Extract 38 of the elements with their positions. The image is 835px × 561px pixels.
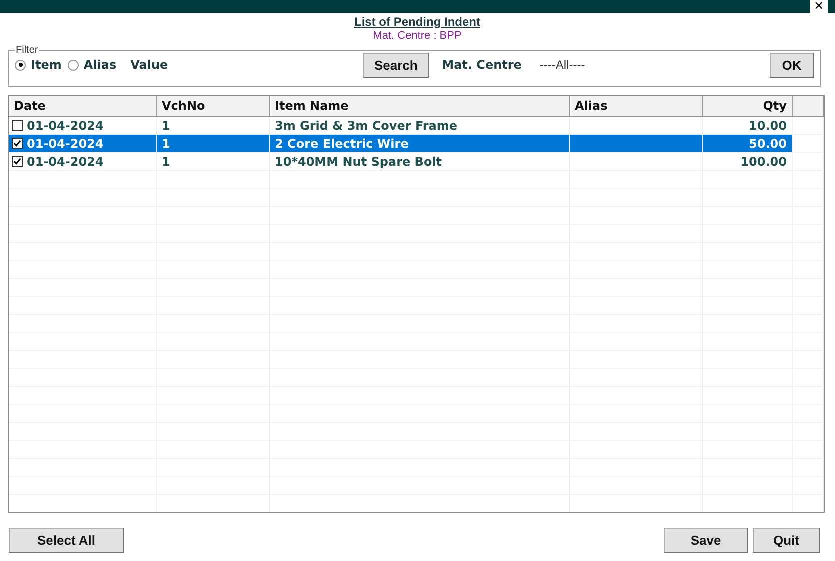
- report-subtitle: Mat. Centre : BPP: [373, 30, 462, 42]
- radio-option[interactable]: Item: [15, 58, 62, 72]
- radio-icon[interactable]: [15, 60, 26, 70]
- table-row[interactable]: 01-04-2024 1 10*40MM Nut Spare Bolt 100.00: [9, 153, 824, 171]
- select-all-button[interactable]: Select All: [9, 528, 124, 553]
- table-row[interactable]: 01-04-2024 1 2 Core Electric Wire 50.00: [9, 135, 824, 153]
- column-header[interactable]: VchNo: [157, 96, 270, 116]
- search-button[interactable]: Search: [363, 52, 430, 78]
- column-header[interactable]: Date: [9, 96, 157, 116]
- table-cell: 01-04-2024: [27, 154, 104, 168]
- report-title: List of Pending Indent: [354, 15, 480, 29]
- table-cell: 1: [162, 136, 170, 150]
- quit-button[interactable]: Quit: [753, 528, 820, 553]
- table-cell: 2 Core Electric Wire: [275, 136, 409, 150]
- mat-centre-value: ----All----: [540, 58, 586, 72]
- column-header[interactable]: Alias: [570, 96, 703, 116]
- table-cell: 1: [162, 154, 170, 168]
- close-button[interactable]: ✕: [810, 0, 828, 13]
- checkbox[interactable]: [12, 138, 23, 149]
- radio-icon[interactable]: [68, 60, 79, 70]
- table-cell: 1: [162, 118, 170, 132]
- value-label: Value: [130, 58, 168, 72]
- table-cell: 50.00: [749, 136, 787, 150]
- column-header[interactable]: Qty: [703, 96, 793, 116]
- checkbox[interactable]: [12, 120, 23, 131]
- filter-legend: Filter: [15, 45, 40, 56]
- save-button[interactable]: Save: [664, 528, 748, 553]
- radio-option[interactable]: Alias: [68, 58, 117, 72]
- column-header[interactable]: Item Name: [270, 96, 570, 116]
- mat-centre-label: Mat. Centre: [442, 58, 522, 72]
- checkbox[interactable]: [12, 156, 23, 167]
- table-cell: 3m Grid & 3m Cover Frame: [275, 118, 458, 132]
- table-cell: 01-04-2024: [27, 136, 104, 150]
- ok-button[interactable]: OK: [770, 52, 814, 78]
- table-cell: 01-04-2024: [27, 118, 104, 132]
- table-cell: 10.00: [749, 118, 787, 132]
- table-cell: 10*40MM Nut Spare Bolt: [275, 154, 442, 168]
- table-cell: 100.00: [740, 154, 787, 168]
